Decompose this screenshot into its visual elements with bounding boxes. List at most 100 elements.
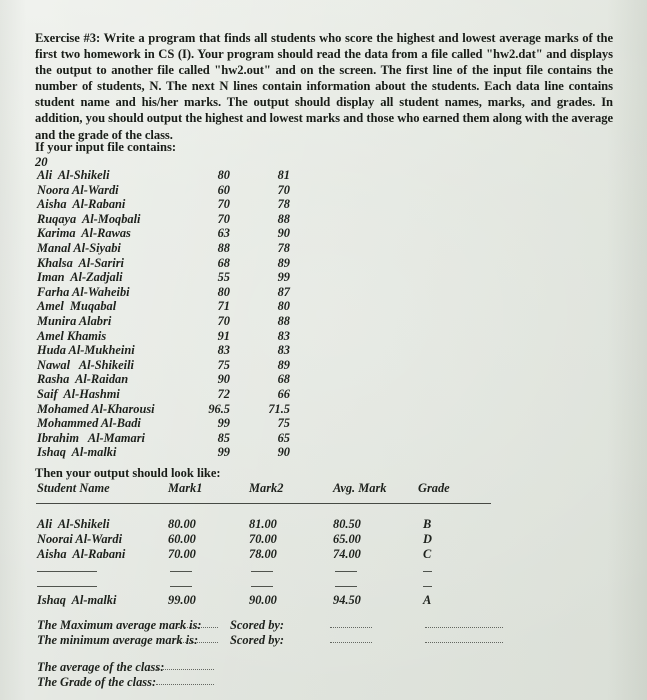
data-row: Iman Al-Zadjali 55 99: [0, 270, 647, 285]
mark2-value: 75: [277, 416, 290, 431]
max-scored-by-blank: [330, 627, 372, 628]
min-average-blank: [178, 641, 218, 643]
ellipsis-row: [0, 563, 647, 578]
ellipsis-dash-name: [37, 585, 97, 587]
student-name: Aisha Al-Rabani: [37, 547, 126, 562]
class-summary-block: The average of the class: The Grade of t…: [0, 660, 647, 689]
table-row: Ali Al-Shikeli 80.00 81.00 80.50 B: [0, 517, 647, 532]
mark2-value: 71.5: [268, 401, 290, 416]
mark2-value: 65: [277, 430, 290, 445]
ellipsis-dash-mark2: [251, 585, 273, 587]
mark1-value: 96.5: [208, 401, 230, 416]
mark2-value: 90.00: [249, 592, 277, 607]
output-table: Student Name Mark1 Mark2 Avg. Mark Grade…: [0, 481, 647, 607]
mark1-value: 85: [217, 430, 230, 445]
mark2-value: 78.00: [249, 547, 277, 562]
column-header-grade: Grade: [418, 481, 450, 495]
mark2-value: 83: [277, 343, 290, 358]
mark1-value: 75: [217, 357, 230, 372]
mark2-value: 70.00: [249, 532, 277, 547]
mark1-value: 55: [217, 270, 230, 285]
max-scored-by-label: Scored by:: [230, 618, 285, 632]
data-row: Mohamed Al-Kharousi 96.5 71.5: [0, 402, 647, 417]
data-row: Manal Al-Siyabi 88 78: [0, 241, 647, 256]
document-page: Exercise #3: Write a program that finds …: [0, 0, 647, 700]
student-name: Huda Al-Mukheini: [37, 343, 135, 358]
max-average-blank: [178, 627, 218, 628]
ellipsis-dash-grade: [423, 585, 432, 587]
mark1-value: 71: [217, 299, 230, 314]
student-name: Ali Al-Shikeli: [37, 168, 110, 182]
mark2-value: 90: [277, 226, 290, 241]
student-name: Ibrahim Al-Mamari: [37, 430, 145, 445]
output-caption: Then your output should look like:: [35, 466, 221, 480]
student-name: Mohammed Al-Badi: [37, 416, 141, 431]
min-average-label: The minimum average mark is:: [37, 632, 199, 647]
ellipsis-row: [0, 578, 647, 593]
table-row: Aisha Al-Rabani 70.00 78.00 74.00 C: [0, 547, 647, 562]
mark2-value: 87: [277, 284, 290, 299]
input-file-caption: If your input file contains:: [35, 140, 177, 154]
student-name: Noora Al-Wardi: [37, 182, 119, 197]
data-row: Ibrahim Al-Mamari 85 65: [0, 431, 647, 446]
mark1-value: 83: [217, 343, 230, 358]
mark2-value: 89: [277, 255, 290, 270]
student-name: Manal Al-Siyabi: [37, 240, 121, 255]
student-name: Noorai Al-Wardi: [37, 532, 123, 547]
mark2-value: 83: [277, 328, 290, 343]
ellipsis-dash-mark1: [170, 570, 192, 572]
ellipsis-dash-mark2: [251, 570, 273, 572]
mark1-value: 60.00: [168, 532, 196, 547]
class-average-label: The average of the class:: [37, 660, 165, 674]
ellipsis-dash-name: [37, 570, 97, 572]
max-scored-by-blank-2: [425, 627, 503, 628]
student-name: Karima Al-Rawas: [37, 226, 131, 241]
avg-value: 65.00: [333, 532, 361, 547]
class-grade-blank: [156, 683, 214, 685]
data-row: Ishaq Al-malki 99 90: [0, 445, 647, 460]
data-row: Ruqaya Al-Moqbali 70 88: [0, 212, 647, 227]
column-header-mark1: Mark1: [168, 481, 203, 495]
class-grade-label: The Grade of the class:: [37, 674, 157, 689]
data-row: Amel Muqabal 71 80: [0, 299, 647, 314]
student-name: Aisha Al-Rabani: [37, 197, 126, 212]
mark2-value: 66: [277, 386, 290, 401]
min-scored-by-label: Scored by:: [230, 632, 285, 647]
min-scored-by-blank: [330, 641, 372, 643]
summary-block: The Maximum average mark is: Scored by: …: [0, 618, 647, 647]
exercise-intro-text: Write a program that finds all students …: [35, 31, 613, 142]
data-row: Farha Al-Waheibi 80 87: [0, 285, 647, 300]
mark1-value: 70.00: [168, 547, 196, 562]
class-grade-row: The Grade of the class:: [0, 675, 647, 690]
mark2-value: 81: [277, 168, 290, 182]
student-name: Ruqaya Al-Moqbali: [37, 211, 141, 226]
mark1-value: 80: [217, 284, 230, 299]
data-row: Aisha Al-Rabani 70 78: [0, 197, 647, 212]
header-divider: [36, 503, 491, 504]
grade-value: A: [423, 592, 432, 607]
student-name: Ali Al-Shikeli: [37, 517, 110, 531]
mark2-value: 70: [277, 182, 290, 197]
data-row: Munira Alabri 70 88: [0, 314, 647, 329]
student-name: Farha Al-Waheibi: [37, 284, 130, 299]
mark2-value: 90: [277, 445, 290, 460]
column-header-mark2: Mark2: [249, 481, 284, 495]
mark1-value: 70: [217, 313, 230, 328]
data-row: Ali Al-Shikeli 80 81: [0, 168, 647, 183]
mark1-value: 80.00: [168, 517, 196, 531]
data-row: Huda Al-Mukheini 83 83: [0, 343, 647, 358]
exercise-paragraph: Exercise #3: Write a program that finds …: [35, 30, 613, 143]
grade-value: D: [423, 532, 432, 547]
avg-value: 74.00: [333, 547, 361, 562]
data-row: Nawal Al-Shikeili 75 89: [0, 358, 647, 373]
data-row: Amel Khamis 91 83: [0, 329, 647, 344]
data-row: Saif Al-Hashmi 72 66: [0, 387, 647, 402]
table-row-last: Ishaq Al-malki 99.00 90.00 94.50 A: [0, 593, 647, 608]
student-name: Mohamed Al-Kharousi: [37, 401, 155, 416]
grade-value: C: [423, 547, 432, 562]
data-row: Mohammed Al-Badi 99 75: [0, 416, 647, 431]
mark1-value: 72: [217, 386, 230, 401]
column-header-avg-mark: Avg. Mark: [333, 481, 387, 495]
mark2-value: 78: [277, 197, 290, 212]
data-row: Karima Al-Rawas 63 90: [0, 226, 647, 241]
